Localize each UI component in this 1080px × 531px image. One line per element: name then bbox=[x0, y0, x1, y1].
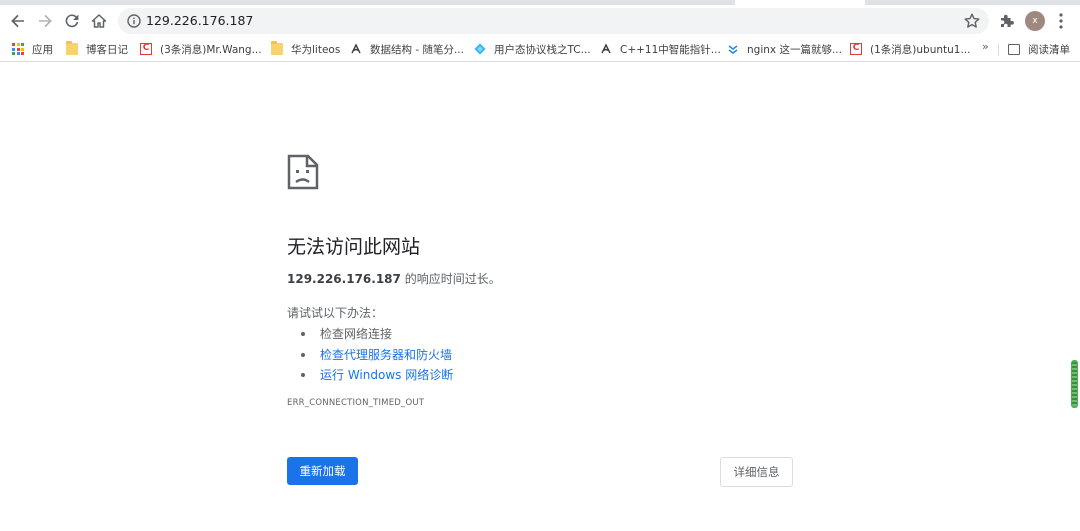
details-button[interactable]: 详细信息 bbox=[720, 457, 793, 487]
diamond-icon bbox=[474, 43, 486, 55]
bookmark-item[interactable]: C (1条消息)ubuntu1... bbox=[850, 40, 970, 58]
bookmark-label: 应用 bbox=[32, 43, 53, 56]
bookmarks-overflow-button[interactable]: » bbox=[982, 40, 989, 53]
error-message: 的响应时间过长。 bbox=[400, 272, 501, 286]
suggestions-list: 检查网络连接 检查代理服务器和防火墙 运行 Windows 网络诊断 bbox=[301, 324, 453, 386]
home-button[interactable] bbox=[87, 9, 111, 33]
cnblogs-icon bbox=[601, 43, 611, 54]
tab-strip-edge bbox=[0, 0, 735, 5]
list-item[interactable]: 运行 Windows 网络诊断 bbox=[301, 365, 453, 386]
suggestion-link-proxy-firewall[interactable]: 检查代理服务器和防火墙 bbox=[320, 347, 452, 363]
arrow-left-icon bbox=[11, 14, 24, 28]
bookmark-label: nginx 这一篇就够... bbox=[747, 43, 842, 56]
list-item: 检查网络连接 bbox=[301, 324, 453, 345]
reading-list-button[interactable]: 阅读清单 bbox=[1008, 40, 1070, 58]
csdn-icon: C bbox=[140, 43, 152, 55]
bookmark-item[interactable]: C++11中智能指针... bbox=[600, 40, 721, 58]
csdn-icon: C bbox=[850, 43, 862, 55]
folder-icon bbox=[271, 41, 283, 55]
bookmark-label: 华为liteos bbox=[291, 43, 341, 56]
bookmark-apps[interactable]: 应用 bbox=[12, 40, 53, 58]
apps-grid-icon bbox=[12, 43, 24, 55]
bookmark-item[interactable]: 数据结构 - 随笔分... bbox=[350, 40, 464, 58]
suggestion-link-network-diagnostics[interactable]: 运行 Windows 网络诊断 bbox=[320, 367, 453, 383]
bookmark-item[interactable]: C (3条消息)Mr.Wang... bbox=[140, 40, 262, 58]
reading-list-icon bbox=[1008, 43, 1020, 55]
info-icon[interactable] bbox=[126, 13, 142, 29]
suggestion-text: 检查网络连接 bbox=[320, 327, 393, 342]
address-url[interactable]: 129.226.176.187 bbox=[146, 13, 253, 29]
bookmark-label: C++11中智能指针... bbox=[620, 43, 721, 56]
bookmark-folder[interactable]: 博客日记 bbox=[66, 40, 128, 58]
error-title: 无法访问此网站 bbox=[287, 236, 421, 258]
error-description: 129.226.176.187 的响应时间过长。 bbox=[287, 270, 501, 287]
folder-icon bbox=[66, 41, 78, 55]
bookmark-label: (1条消息)ubuntu1... bbox=[870, 43, 971, 56]
bookmarks-divider bbox=[998, 44, 999, 56]
bullet-icon bbox=[301, 332, 305, 337]
bookmarks-bar: 应用 博客日记 C (3条消息)Mr.Wang... 华为liteos 数据结构… bbox=[0, 36, 1080, 62]
address-bar[interactable]: 129.226.176.187 bbox=[118, 8, 989, 34]
bullet-icon bbox=[301, 373, 305, 378]
bookmark-item[interactable]: 用户态协议栈之TC... bbox=[474, 40, 591, 58]
error-host: 129.226.176.187 bbox=[287, 272, 401, 286]
bookmark-folder[interactable]: 华为liteos bbox=[271, 40, 340, 58]
avatar[interactable]: x bbox=[1025, 11, 1045, 31]
scrollbar-thumb[interactable] bbox=[1071, 360, 1078, 408]
puzzle-icon[interactable] bbox=[998, 12, 1016, 30]
reading-list-label: 阅读清单 bbox=[1028, 43, 1070, 56]
bookmark-label: (3条消息)Mr.Wang... bbox=[160, 43, 262, 56]
bullet-icon bbox=[301, 352, 305, 357]
reload-button[interactable] bbox=[60, 9, 84, 33]
chevrons-icon bbox=[728, 45, 738, 54]
sad-page-icon bbox=[287, 154, 319, 190]
tab-strip-edge bbox=[865, 0, 1080, 5]
reload-page-button[interactable]: 重新加载 bbox=[287, 457, 358, 485]
bookmark-item[interactable]: nginx 这一篇就够... bbox=[727, 40, 842, 58]
forward-button[interactable] bbox=[33, 9, 57, 33]
bookmark-label: 用户态协议栈之TC... bbox=[494, 43, 591, 56]
home-icon bbox=[91, 14, 107, 28]
list-item[interactable]: 检查代理服务器和防火墙 bbox=[301, 345, 453, 366]
back-button[interactable] bbox=[6, 9, 30, 33]
suggestions-heading: 请试试以下办法： bbox=[287, 306, 384, 320]
reload-icon bbox=[65, 14, 79, 28]
browser-toolbar: 129.226.176.187 x bbox=[0, 6, 1080, 36]
bookmark-label: 博客日记 bbox=[86, 43, 128, 56]
more-vert-icon[interactable] bbox=[1054, 11, 1068, 31]
cnblogs-icon bbox=[351, 43, 361, 54]
error-code: ERR_CONNECTION_TIMED_OUT bbox=[287, 398, 425, 408]
star-icon[interactable] bbox=[963, 12, 981, 30]
bookmark-label: 数据结构 - 随笔分... bbox=[370, 43, 464, 56]
arrow-right-icon bbox=[39, 14, 52, 28]
